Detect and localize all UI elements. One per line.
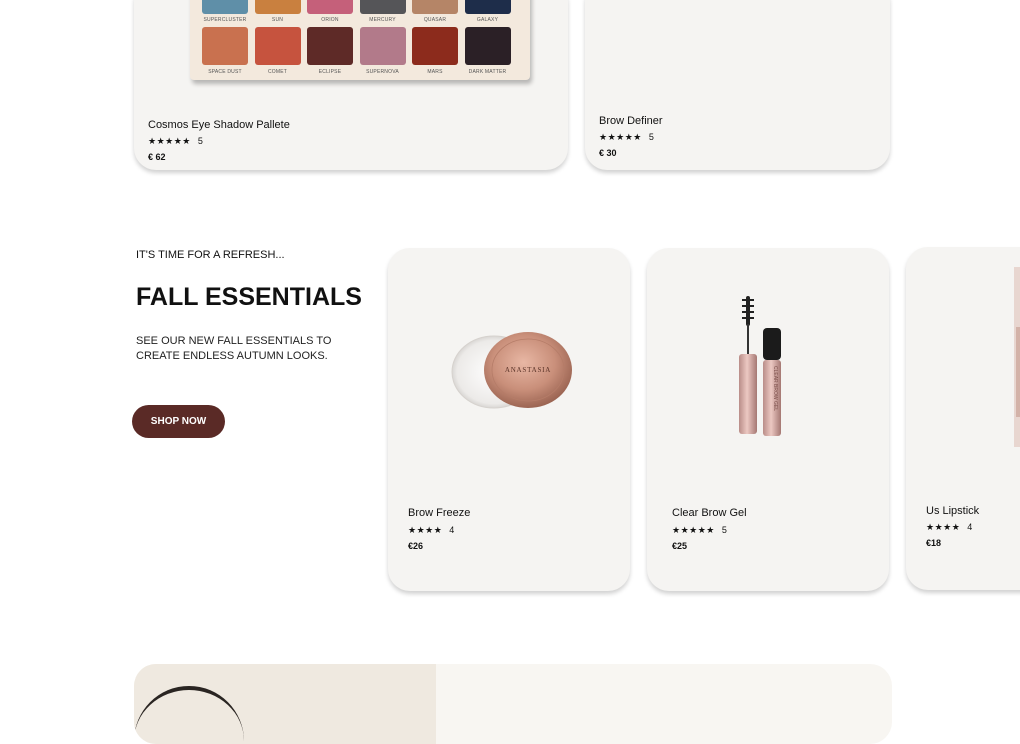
eyeshadow-swatch	[202, 27, 248, 65]
product-card-brow-freeze[interactable]: ANASTASIA Brow Freeze ★★★★ 4 €26	[388, 248, 630, 591]
eyeshadow-swatch	[307, 27, 353, 65]
star-rating-icon: ★★★★★	[599, 132, 642, 142]
eyeshadow-swatch-label: QUASAR	[423, 17, 447, 23]
eyeshadow-swatch	[202, 0, 248, 14]
product-price: € 62	[148, 152, 166, 162]
tube-label: CLEAR BROW GEL	[772, 366, 778, 411]
banner-decor-shape	[134, 686, 244, 744]
eyeshadow-swatch-label: ECLIPSE	[318, 69, 342, 75]
eyeshadow-swatch	[412, 27, 458, 65]
product-card-brow-definer[interactable]: Brow Definer ★★★★★ 5 € 30	[585, 0, 890, 170]
product-name: Clear Brow Gel	[672, 507, 747, 519]
product-card-cosmos[interactable]: SUPERCLUSTER SUN ORION MERCURY QUASAR GALAXY S…	[134, 0, 568, 170]
star-rating-icon: ★★★★★	[672, 525, 715, 535]
eyeshadow-swatch-label: COMET	[267, 69, 288, 75]
star-rating-icon: ★★★★★	[148, 136, 191, 146]
promo-kicker: IT'S TIME FOR A REFRESH...	[136, 249, 285, 261]
product-price: € 30	[599, 148, 617, 158]
eyeshadow-swatch-label: SUPERCLUSTER	[203, 17, 247, 23]
eyeshadow-swatch	[307, 0, 353, 14]
product-image-eyeshadow-palette: SUPERCLUSTER SUN ORION MERCURY QUASAR GALAXY S…	[190, 0, 530, 80]
product-rating: ★★★★★ 5	[599, 132, 654, 142]
eyeshadow-swatch	[464, 0, 511, 14]
eyeshadow-swatch-label: MARS	[427, 69, 443, 75]
eyeshadow-swatch	[359, 27, 406, 65]
product-rating: ★★★★ 4	[408, 525, 455, 535]
eyeshadow-swatch-label: DARK MATTER	[468, 69, 507, 75]
product-card-us-lipstick[interactable]: Us Lipstick ★★★★ 4 €18	[906, 247, 1020, 590]
eyeshadow-swatch	[359, 0, 406, 14]
eyeshadow-swatch	[464, 27, 511, 65]
bottom-banner[interactable]	[134, 664, 892, 744]
eyeshadow-swatch-label: SUPERNOVA	[366, 69, 399, 75]
jar-brand-label: ANASTASIA	[505, 366, 551, 374]
product-image-lipstick	[1014, 267, 1020, 447]
eyeshadow-swatch-label: GALAXY	[476, 17, 499, 23]
product-price: €26	[408, 541, 424, 551]
product-card-clear-brow-gel[interactable]: CLEAR BROW GEL Clear Brow Gel ★★★★★ 5 €25	[647, 248, 889, 591]
product-name: Brow Freeze	[408, 507, 471, 519]
product-image-clear-brow-gel: CLEAR BROW GEL	[739, 296, 781, 436]
product-name: Cosmos Eye Shadow Pallete	[148, 119, 290, 131]
eyeshadow-swatch	[254, 27, 301, 65]
shop-now-button[interactable]: SHOP NOW	[132, 405, 225, 438]
product-rating: ★★★★ 4	[926, 522, 973, 532]
product-rating: ★★★★★ 5	[672, 525, 727, 535]
eyeshadow-swatch	[254, 0, 301, 14]
product-image-brow-freeze-jar: ANASTASIA	[451, 332, 572, 409]
eyeshadow-swatch-label: SUN	[271, 17, 284, 23]
bottom-banner-image	[134, 664, 436, 744]
eyeshadow-swatch-label: ORION	[321, 17, 339, 23]
star-rating-icon: ★★★★	[408, 525, 443, 535]
product-price: €18	[926, 538, 942, 548]
product-rating: ★★★★★ 5	[148, 136, 203, 146]
promo-headline: FALL ESSENTIALS	[136, 283, 362, 311]
eyeshadow-swatch	[412, 0, 458, 14]
promo-subtext: SEE OUR NEW FALL ESSENTIALS TO CREATE EN…	[136, 335, 332, 362]
product-name: Brow Definer	[599, 115, 663, 127]
eyeshadow-swatch-label: MERCURY	[369, 17, 396, 23]
eyeshadow-swatch-label: SPACE DUST	[208, 69, 242, 75]
product-name: Us Lipstick	[926, 505, 980, 517]
product-price: €25	[672, 541, 688, 551]
star-rating-icon: ★★★★	[926, 522, 961, 532]
